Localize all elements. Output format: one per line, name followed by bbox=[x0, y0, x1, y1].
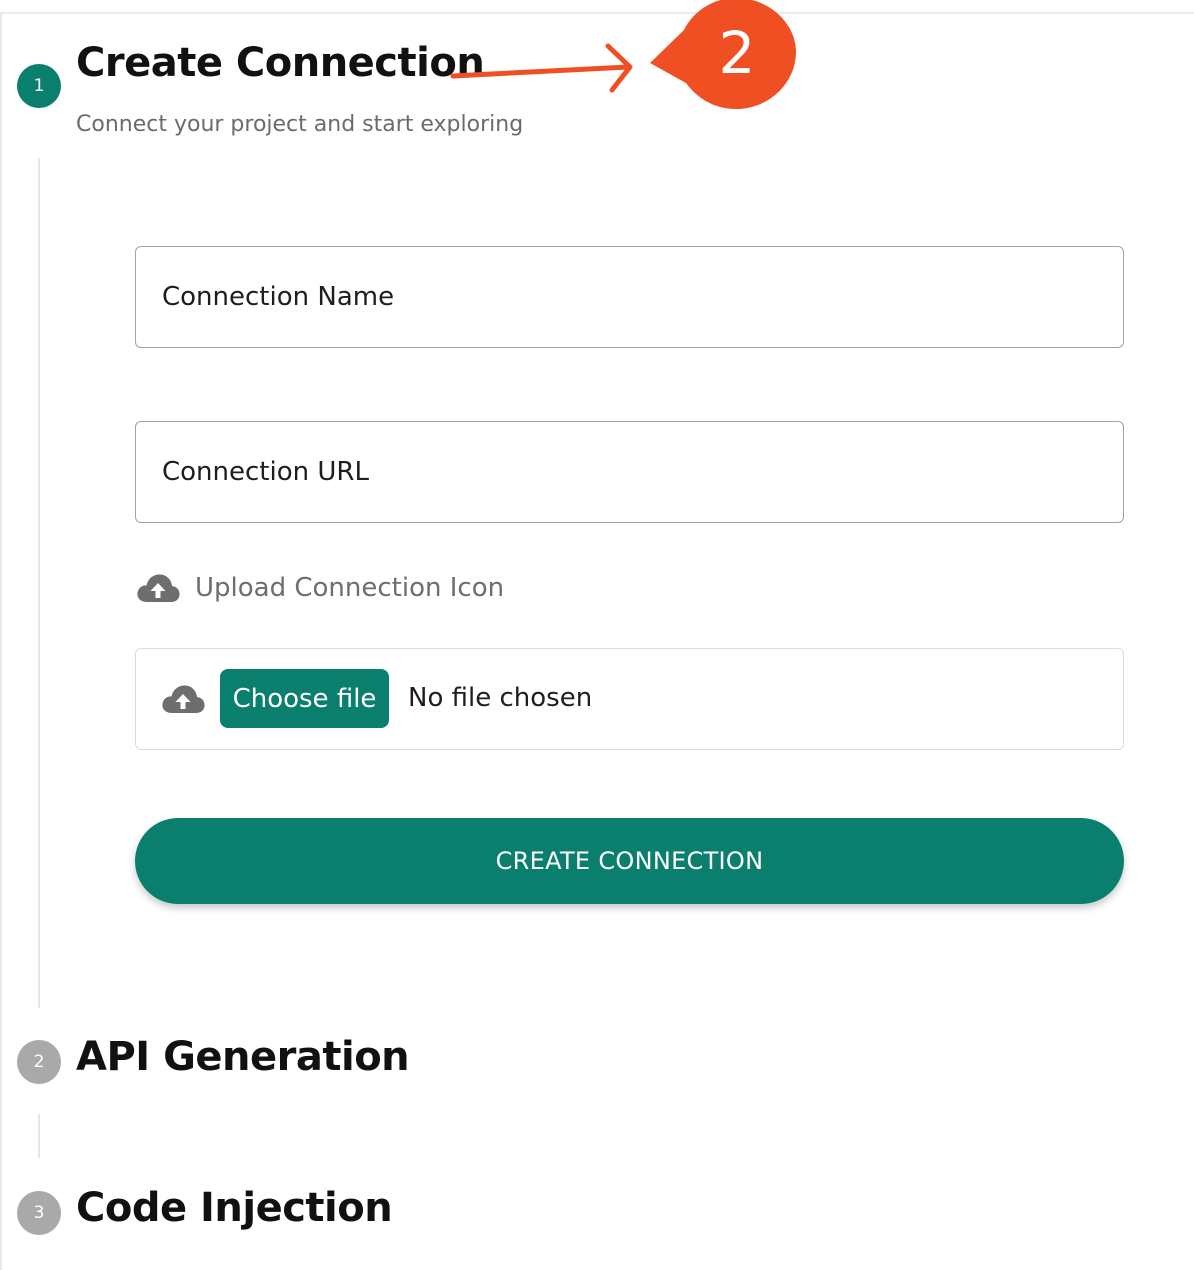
annotation-callout: 2 bbox=[450, 0, 796, 109]
annotation-arrow bbox=[450, 43, 633, 93]
annotation-badge-number: 2 bbox=[719, 19, 756, 87]
